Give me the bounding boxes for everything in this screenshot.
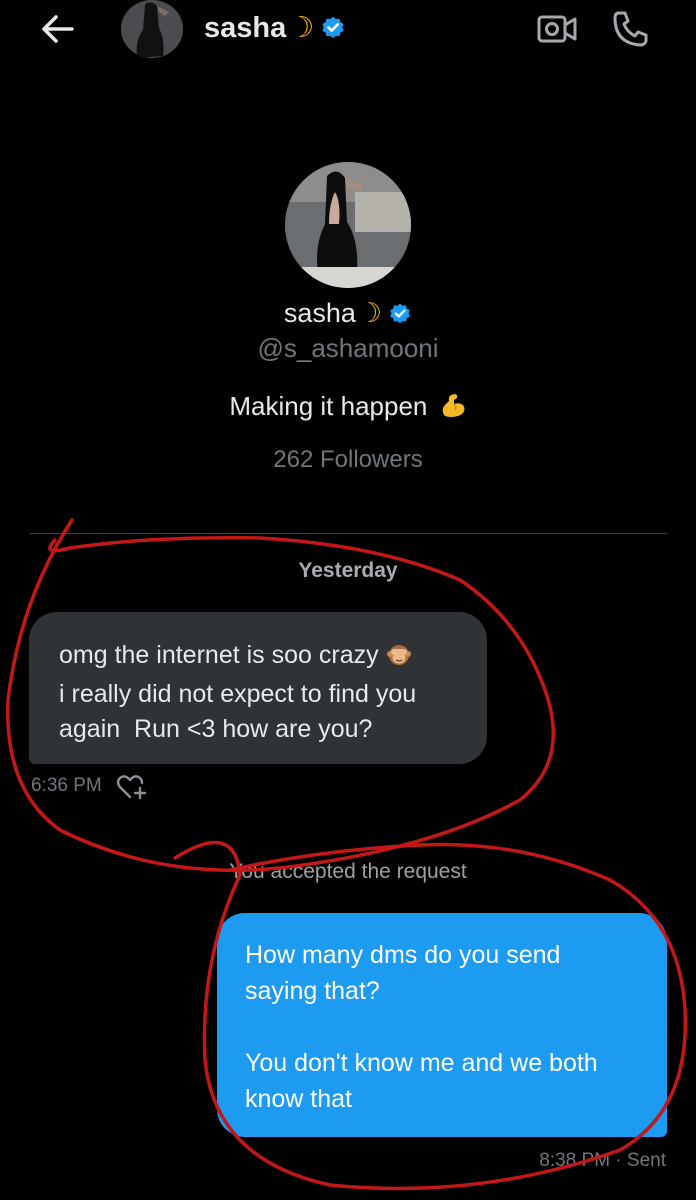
outgoing-message-bubble[interactable]: How many dms do you send saying that? Yo…: [217, 913, 667, 1137]
message-line: saying that?: [245, 977, 380, 1005]
message-timestamp: 6:36 PM: [31, 775, 102, 796]
header-name-text: sasha: [204, 12, 287, 44]
message-status: 8:38 PM · Sent: [539, 1150, 666, 1171]
verified-badge-icon: [320, 15, 346, 49]
video-call-icon[interactable]: [536, 12, 578, 46]
conversation-header: sasha☽: [0, 0, 696, 62]
message-line: omg the internet is soo crazy: [59, 638, 457, 677]
flexed-biceps-icon: [439, 391, 467, 426]
divider: [30, 533, 667, 534]
message-text: omg the internet is soo crazy: [59, 641, 379, 669]
phone-call-icon[interactable]: [610, 9, 652, 49]
profile-handle[interactable]: @s_ashamooni: [0, 333, 696, 364]
followers-count[interactable]: 262 Followers: [0, 446, 696, 474]
date-separator: Yesterday: [298, 559, 398, 582]
message-line: know that: [245, 1085, 353, 1113]
profile-name-text: sasha: [283, 298, 356, 328]
request-accepted-notice: You accepted the request: [229, 860, 467, 883]
moon-emoji: ☽: [288, 12, 315, 44]
profile-avatar[interactable]: [285, 162, 411, 288]
back-arrow-icon[interactable]: [36, 10, 80, 48]
profile-bio: Making it happen: [0, 391, 696, 426]
add-reaction-icon[interactable]: [116, 772, 148, 802]
message-line: again Run <3 how are you?: [59, 715, 373, 743]
header-avatar[interactable]: [121, 0, 183, 58]
message-line: i really did not expect to find you: [59, 680, 417, 708]
header-title[interactable]: sasha☽: [204, 10, 346, 49]
verified-badge-icon: [388, 302, 412, 333]
message-line: How many dms do you send: [245, 941, 561, 969]
profile-bio-text: Making it happen: [229, 391, 428, 421]
profile-name[interactable]: sasha☽: [0, 298, 696, 333]
moon-emoji: ☽: [357, 298, 383, 328]
see-no-evil-monkey-icon: [386, 641, 412, 677]
message-line: You don't know me and we both: [245, 1049, 598, 1077]
incoming-message-bubble[interactable]: omg the internet is soo crazy i really d…: [29, 612, 487, 764]
